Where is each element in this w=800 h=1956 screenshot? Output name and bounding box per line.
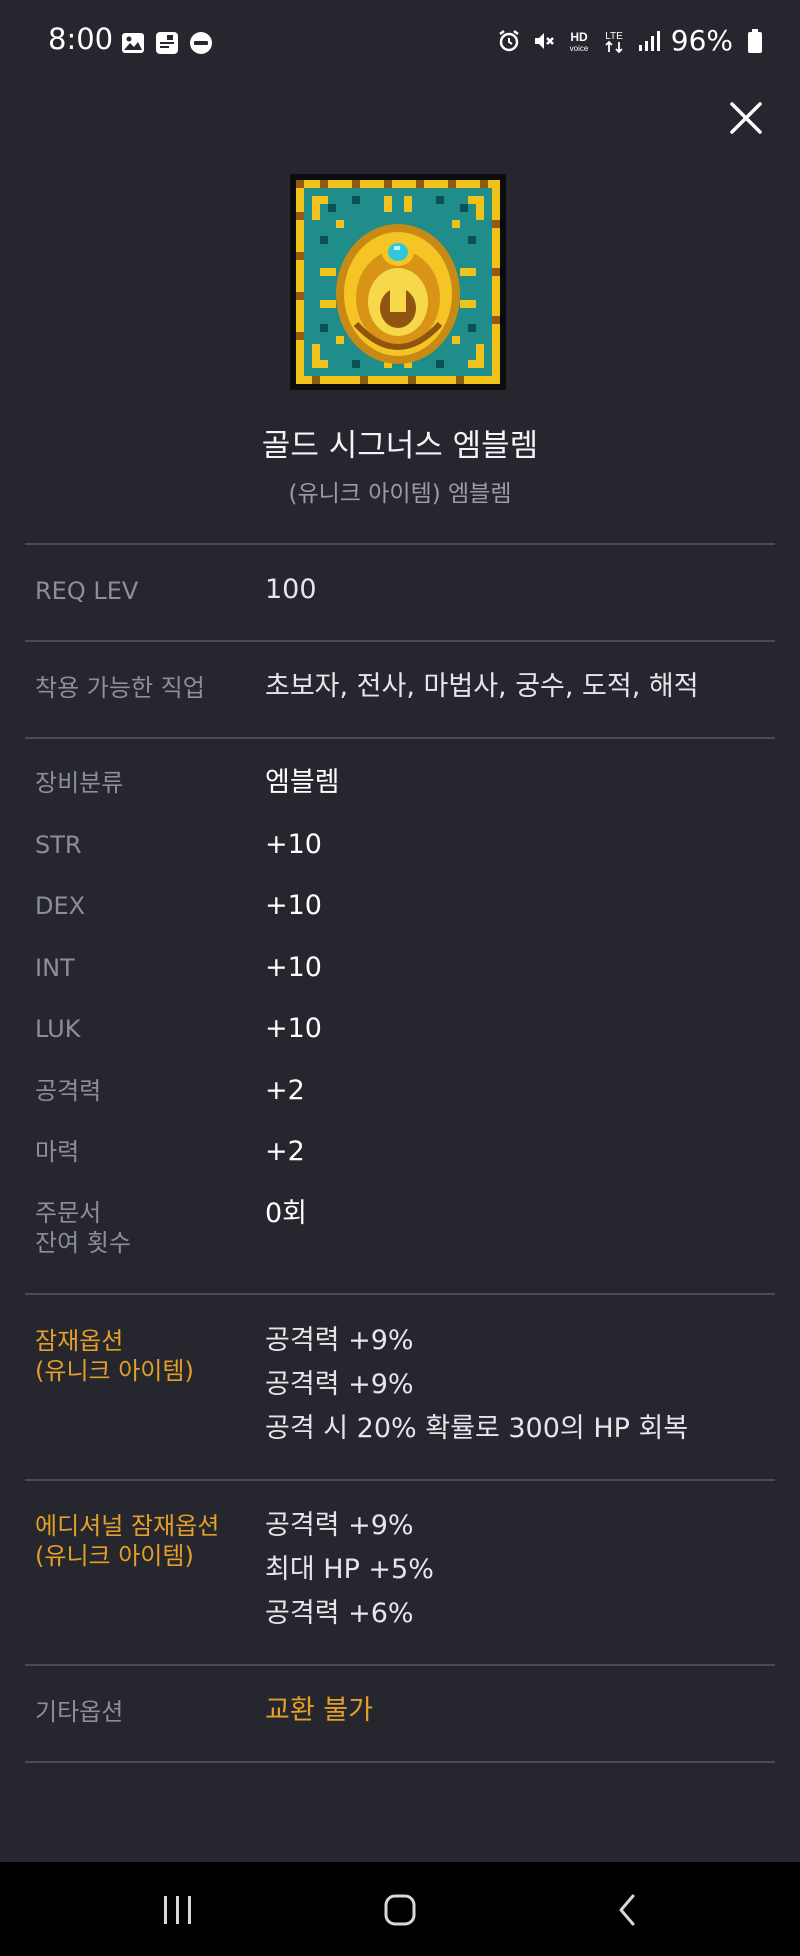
alarm-icon: [496, 28, 522, 54]
luk-value: +10: [265, 1013, 322, 1044]
str-label: STR: [35, 831, 82, 859]
magic-value: +2: [265, 1136, 305, 1167]
attack-value: +2: [265, 1075, 305, 1106]
recent-apps-icon: [164, 1896, 191, 1924]
image-icon: [120, 30, 146, 56]
divider: [25, 640, 775, 642]
hd-voice-icon: HD voice: [566, 28, 592, 54]
signal-icon: [636, 28, 662, 54]
close-button[interactable]: [720, 92, 772, 144]
other-option-label: 기타옵션: [35, 1698, 124, 1726]
additional-potential-line: 공격력 +9%: [265, 1510, 414, 1541]
item-subtitle: (유니크 아이템) 엠블렘: [288, 481, 512, 507]
potential-line: 공격력 +9%: [265, 1369, 414, 1400]
status-left-icons: [120, 30, 214, 56]
emblem-item-icon: [290, 174, 506, 390]
home-icon: [384, 1894, 416, 1926]
wear-icon: [188, 30, 214, 56]
potential-line: 공격 시 20% 확률로 300의 HP 회복: [265, 1413, 689, 1444]
item-name: 골드 시그너스 엠블렘: [261, 428, 539, 464]
luk-label: LUK: [35, 1015, 81, 1043]
status-bar: 8:00 HD voice LTE 96%: [0, 0, 800, 86]
battery-icon: [742, 28, 768, 54]
back-icon: [619, 1894, 635, 1926]
req-lev-label: REQ LEV: [35, 577, 139, 605]
category-label: 장비분류: [35, 769, 124, 797]
potential-line: 공격력 +9%: [265, 1325, 414, 1356]
scroll-value: 0회: [265, 1198, 308, 1229]
system-nav-bar: [0, 1862, 800, 1956]
svg-text:LTE: LTE: [605, 31, 623, 42]
req-lev-value: 100: [265, 574, 317, 605]
potential-label-line2: (유니크 아이템): [35, 1357, 194, 1385]
svg-text:HD: HD: [570, 30, 588, 44]
divider: [25, 1479, 775, 1481]
divider: [25, 1664, 775, 1666]
mute-icon: [531, 28, 557, 54]
divider: [25, 1761, 775, 1763]
potential-label-line1: 잠재옵션: [35, 1327, 124, 1355]
magic-label: 마력: [35, 1138, 80, 1166]
scroll-label-line1: 주문서: [35, 1199, 102, 1227]
svg-text:voice: voice: [569, 44, 588, 53]
category-value: 엠블렘: [265, 767, 340, 798]
recent-apps-button[interactable]: [146, 1880, 210, 1940]
int-value: +10: [265, 952, 322, 983]
jobs-value: 초보자, 전사, 마법사, 궁수, 도적, 해적: [265, 671, 699, 702]
status-time: 8:00: [48, 22, 114, 56]
pay-icon: [154, 30, 180, 56]
divider: [25, 737, 775, 739]
dex-label: DEX: [35, 892, 86, 920]
battery-percent: 96%: [670, 24, 733, 57]
dex-value: +10: [265, 890, 322, 921]
other-option-value: 교환 불가: [265, 1695, 373, 1726]
divider: [25, 1293, 775, 1295]
scroll-label-line2: 잔여 횟수: [35, 1229, 131, 1257]
close-icon: [730, 102, 762, 134]
additional-potential-line: 공격력 +6%: [265, 1598, 414, 1629]
lte-icon: LTE: [601, 28, 627, 54]
additional-potential-line: 최대 HP +5%: [265, 1554, 434, 1585]
int-label: INT: [35, 954, 75, 982]
str-value: +10: [265, 829, 322, 860]
additional-potential-label-line2: (유니크 아이템): [35, 1542, 194, 1570]
divider: [25, 543, 775, 545]
jobs-label: 착용 가능한 직업: [35, 674, 205, 702]
status-right: HD voice LTE 96%: [496, 24, 768, 57]
back-button[interactable]: [596, 1880, 660, 1940]
home-button[interactable]: [368, 1880, 432, 1940]
attack-label: 공격력: [35, 1077, 102, 1105]
additional-potential-label-line1: 에디셔널 잠재옵션: [35, 1512, 220, 1540]
